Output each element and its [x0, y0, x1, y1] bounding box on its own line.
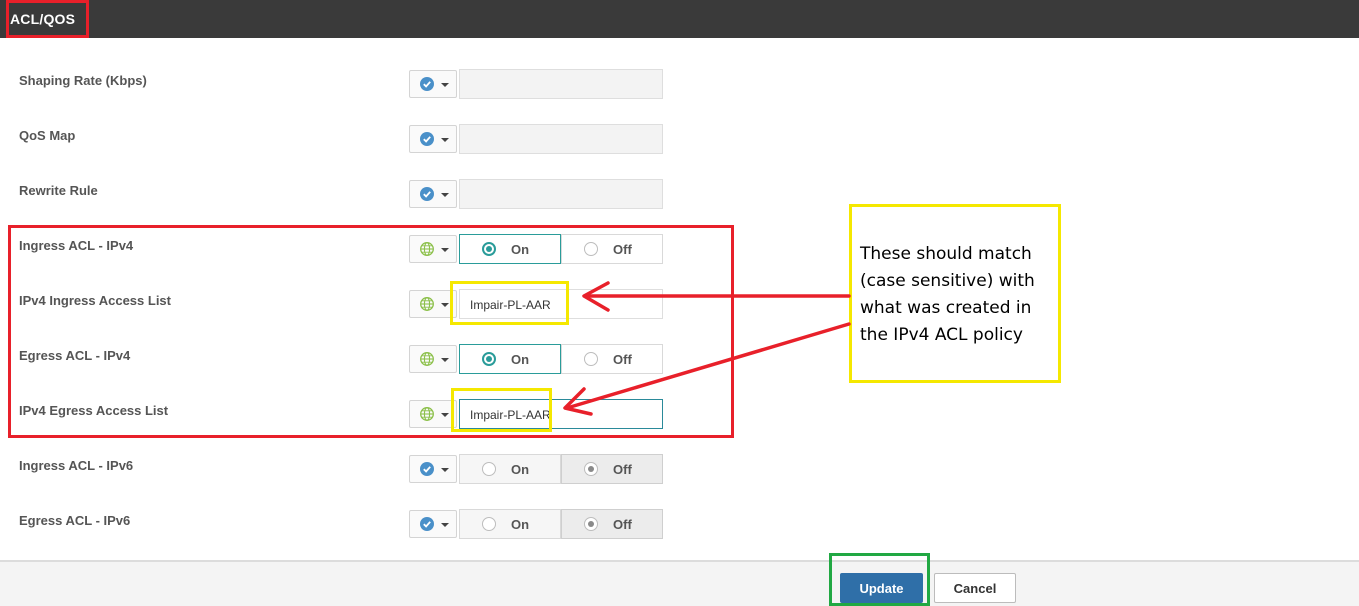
ingress-acl-ipv6-label: Ingress ACL - IPv6 — [19, 458, 134, 473]
ingress-acl-ipv6-radio-group: On Off — [459, 454, 663, 484]
ingress-acl-ipv6-off-option[interactable]: Off — [561, 454, 663, 484]
radio-button-selected — [584, 517, 598, 531]
radio-label: Off — [613, 517, 632, 532]
egress-acl-ipv6-scope-dropdown[interactable] — [409, 510, 457, 538]
check-circle-icon — [420, 517, 434, 531]
egress-acl-ipv6-radio-group: On Off — [459, 509, 663, 539]
check-circle-icon — [420, 132, 434, 146]
check-circle-icon — [420, 77, 434, 91]
shaping-rate-field[interactable] — [459, 69, 663, 99]
egress-acl-ipv6-label: Egress ACL - IPv6 — [19, 513, 131, 528]
action-footer — [0, 560, 1359, 606]
shaping-rate-label: Shaping Rate (Kbps) — [19, 73, 147, 88]
radio-button — [482, 517, 496, 531]
cancel-button[interactable]: Cancel — [934, 573, 1016, 603]
qos-map-scope-dropdown[interactable] — [409, 125, 457, 153]
radio-label: On — [511, 517, 530, 532]
egress-value-highlight-box — [451, 388, 552, 432]
chevron-down-icon — [441, 468, 449, 472]
chevron-down-icon — [441, 83, 449, 87]
ipv4-acl-highlight-box — [8, 225, 734, 438]
check-circle-icon — [420, 462, 434, 476]
rewrite-rule-label: Rewrite Rule — [19, 183, 98, 198]
egress-acl-ipv6-on-option[interactable]: On — [459, 509, 561, 539]
radio-label: Off — [613, 462, 632, 477]
rewrite-rule-scope-dropdown[interactable] — [409, 180, 457, 208]
rewrite-rule-field[interactable] — [459, 179, 663, 209]
shaping-rate-scope-dropdown[interactable] — [409, 70, 457, 98]
radio-button-selected — [584, 462, 598, 476]
chevron-down-icon — [441, 523, 449, 527]
chevron-down-icon — [441, 138, 449, 142]
check-circle-icon — [420, 187, 434, 201]
qos-map-label: QoS Map — [19, 128, 76, 143]
ingress-acl-ipv6-scope-dropdown[interactable] — [409, 455, 457, 483]
section-header: ACL/QOS — [0, 0, 1359, 38]
header-title-highlight-box — [6, 0, 89, 38]
chevron-down-icon — [441, 193, 449, 197]
ingress-acl-ipv6-on-option[interactable]: On — [459, 454, 561, 484]
update-button-highlight-box — [829, 553, 930, 606]
radio-label: On — [511, 462, 530, 477]
egress-acl-ipv6-off-option[interactable]: Off — [561, 509, 663, 539]
ingress-value-highlight-box — [450, 281, 569, 325]
radio-button — [482, 462, 496, 476]
qos-map-field[interactable] — [459, 124, 663, 154]
annotation-callout-text: These should match (case sensitive) with… — [860, 244, 1035, 345]
